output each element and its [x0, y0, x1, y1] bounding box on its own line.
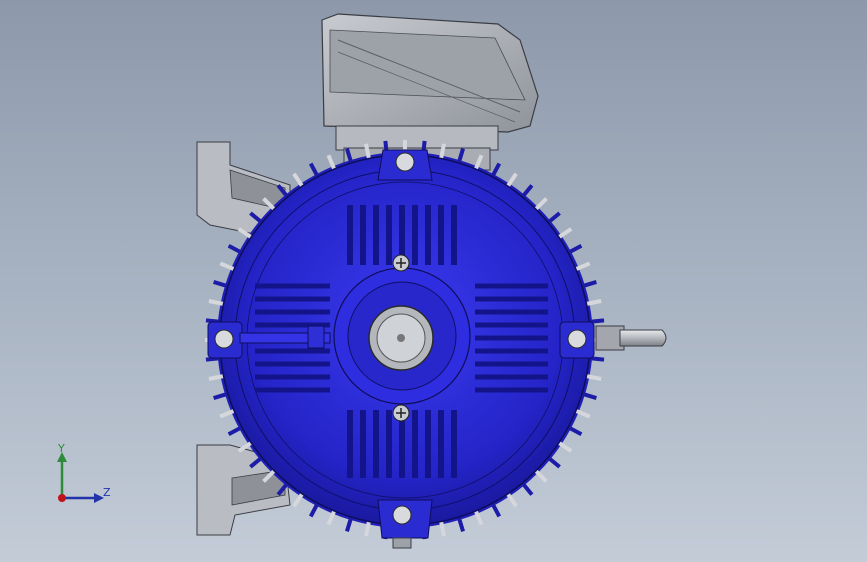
mounting-lug-right[interactable]	[559, 321, 595, 359]
grille-slot	[386, 205, 392, 265]
grille-slot	[412, 410, 418, 478]
grille-slot	[475, 361, 548, 367]
grille-slot	[475, 348, 548, 354]
y-axis-label: Y	[58, 442, 65, 455]
end-shield-hub[interactable]	[333, 267, 471, 405]
grille-slot	[475, 322, 548, 328]
terminal-box[interactable]	[321, 13, 539, 171]
grille-slot	[373, 410, 379, 478]
grille-slot	[475, 283, 548, 289]
grille-slot	[360, 205, 366, 265]
grille-slot	[475, 387, 548, 393]
lifting-lug-top[interactable]	[377, 149, 433, 181]
grille-slot	[412, 205, 418, 265]
grille-slot	[360, 410, 366, 478]
mounting-lug-left[interactable]	[207, 321, 243, 359]
grille-slot	[347, 410, 353, 478]
grille-slot	[255, 387, 330, 393]
grille-slot	[347, 205, 353, 265]
screw-top[interactable]	[392, 254, 410, 272]
motor-shaft[interactable]	[595, 325, 667, 351]
grille-slot	[475, 296, 548, 302]
grille-slot	[255, 374, 330, 380]
grille-slot	[451, 205, 457, 265]
grille-slot	[438, 205, 444, 265]
graphics-viewport[interactable]: Y Z	[0, 0, 867, 562]
screw-bottom[interactable]	[392, 404, 410, 422]
grille-slot	[255, 296, 330, 302]
grille-slot	[425, 410, 431, 478]
grille-slot	[438, 410, 444, 478]
coordinate-triad: Y Z	[48, 440, 118, 510]
grille-slot	[255, 361, 330, 367]
grille-slot	[255, 309, 330, 315]
mounting-lug-bottom[interactable]	[377, 499, 433, 549]
z-axis-label: Z	[103, 486, 111, 499]
grille-slot	[475, 335, 548, 341]
grille-slot	[425, 205, 431, 265]
grille-slot	[475, 309, 548, 315]
grille-slot	[475, 374, 548, 380]
grille-slot	[451, 410, 457, 478]
grille-slot	[255, 348, 330, 354]
motor-model[interactable]	[0, 0, 867, 562]
grille-slot	[255, 283, 330, 289]
grille-slot	[386, 410, 392, 478]
grille-slot	[373, 205, 379, 265]
